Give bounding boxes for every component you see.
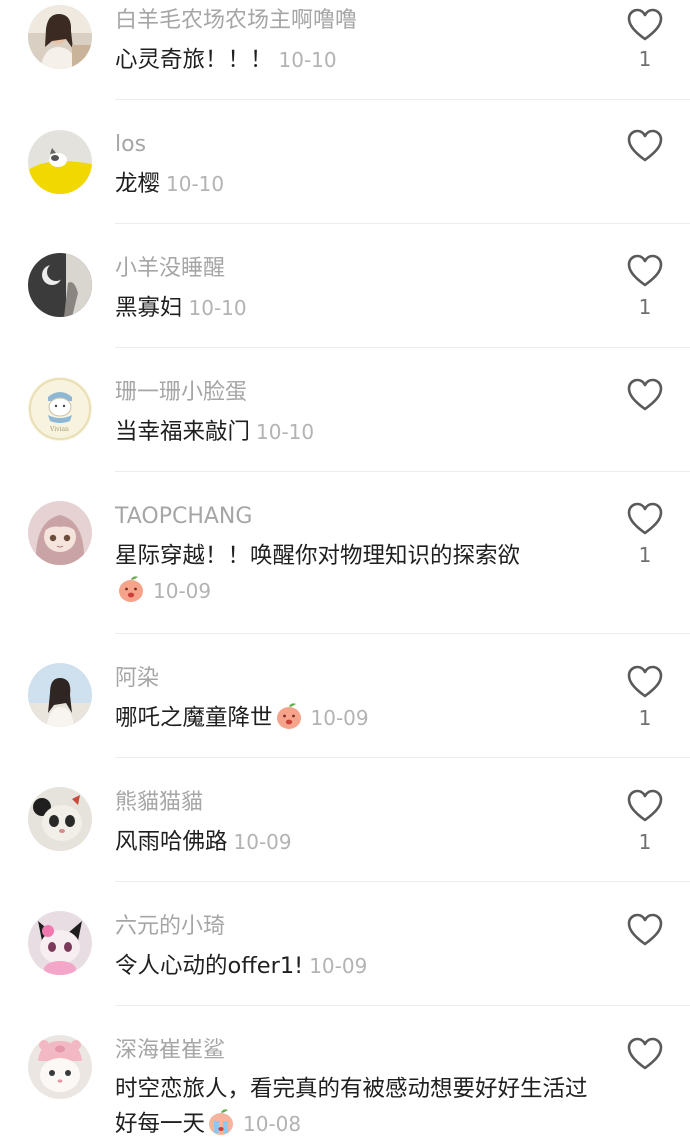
comment-text-line: 龙樱 10-10 bbox=[115, 167, 610, 202]
avatar[interactable] bbox=[28, 5, 92, 69]
like-button[interactable] bbox=[626, 788, 664, 824]
heart-icon bbox=[627, 789, 663, 822]
comment-date: 10-08 bbox=[243, 1112, 302, 1136]
comment-text: 心灵奇旅！！！ bbox=[115, 47, 273, 73]
comment-text: 时空恋旅人，看完真的有被感动想要好好生活过好每一天 bbox=[115, 1076, 588, 1137]
comment-item: Vivian 珊一珊小脸蛋 当幸福来敲门 10-10 bbox=[0, 348, 690, 472]
like-count: 1 bbox=[638, 830, 652, 854]
comment-item: los 龙樱 10-10 bbox=[0, 100, 690, 224]
avatar[interactable] bbox=[28, 130, 92, 194]
comment-date: 10-09 bbox=[153, 579, 212, 603]
comment-text-line: 黑寡妇 10-10 bbox=[115, 291, 610, 326]
comment-username[interactable]: 白羊毛农场农场主啊噜噜 bbox=[115, 6, 357, 36]
like-count: 1 bbox=[638, 47, 652, 71]
avatar[interactable] bbox=[28, 501, 92, 565]
comment-text: 黑寡妇 bbox=[115, 295, 183, 321]
comment-date: 10-10 bbox=[166, 172, 225, 196]
cartoon-scarf-avatar: Vivian bbox=[28, 377, 92, 441]
comment-text: 星际穿越！！唤醒你对物理知识的探索欲 bbox=[115, 543, 521, 569]
peach-emoji bbox=[274, 701, 304, 731]
comment-username[interactable]: 小羊没睡醒 bbox=[115, 254, 225, 284]
like-button[interactable] bbox=[626, 1036, 664, 1072]
like-button[interactable] bbox=[626, 501, 664, 537]
comment-date: 10-10 bbox=[278, 48, 337, 72]
comment-text-line: 风雨哈佛路 10-09 bbox=[115, 825, 610, 860]
comment-item: 小羊没睡醒 黑寡妇 10-10 1 bbox=[0, 224, 690, 348]
like-button[interactable] bbox=[626, 377, 664, 413]
comment-username[interactable]: los bbox=[115, 130, 146, 160]
heart-icon bbox=[627, 665, 663, 698]
yellow-cat-avatar bbox=[28, 130, 92, 194]
comment-text: 哪吒之魔童降世 bbox=[115, 705, 273, 731]
comment-username[interactable]: TAOPCHANG bbox=[115, 502, 252, 532]
heart-icon bbox=[627, 254, 663, 287]
crying-peach-emoji bbox=[206, 1107, 236, 1137]
comment-text-line: 当幸福来敲门 10-10 bbox=[115, 415, 610, 450]
avatar[interactable] bbox=[28, 253, 92, 317]
comment-item: 熊貓猫貓 风雨哈佛路 10-09 1 bbox=[0, 758, 690, 882]
pink-plush-avatar bbox=[28, 911, 92, 975]
like-button[interactable] bbox=[626, 664, 664, 700]
comment-text: 当幸福来敲门 bbox=[115, 419, 251, 445]
comment-item: 深海崔崔鲨 时空恋旅人，看完真的有被感动想要好好生活过好每一天 10-08 bbox=[0, 1006, 690, 1144]
woman-selfie-avatar bbox=[28, 5, 92, 69]
comment-username[interactable]: 深海崔崔鲨 bbox=[115, 1036, 225, 1066]
like-button[interactable] bbox=[626, 912, 664, 948]
comment-username[interactable]: 熊貓猫貓 bbox=[115, 788, 203, 818]
heart-icon bbox=[627, 129, 663, 162]
peach-emoji bbox=[116, 574, 146, 604]
comment-date: 10-09 bbox=[309, 954, 368, 978]
moon-dark-avatar bbox=[28, 253, 92, 317]
like-button[interactable] bbox=[626, 7, 664, 43]
comment-text-line: 令人心动的offer1! 10-09 bbox=[115, 949, 610, 984]
comment-item: TAOPCHANG 星际穿越！！唤醒你对物理知识的探索欲 10-09 1 bbox=[0, 472, 690, 634]
like-button[interactable] bbox=[626, 128, 664, 164]
comment-text-line: 星际穿越！！唤醒你对物理知识的探索欲 10-09 bbox=[115, 539, 610, 609]
comment-item: 白羊毛农场农场主啊噜噜 心灵奇旅！！！ 10-10 1 bbox=[0, 0, 690, 100]
like-count: 1 bbox=[638, 295, 652, 319]
svg-text:Vivian: Vivian bbox=[49, 426, 69, 433]
comment-date: 10-09 bbox=[233, 830, 292, 854]
heart-icon bbox=[627, 502, 663, 535]
comment-date: 10-10 bbox=[256, 420, 315, 444]
girl-sky-avatar bbox=[28, 663, 92, 727]
pig-hat-cat-avatar bbox=[28, 1035, 92, 1099]
comment-username[interactable]: 阿染 bbox=[115, 664, 159, 694]
comment-text: 风雨哈佛路 bbox=[115, 829, 228, 855]
avatar[interactable] bbox=[28, 911, 92, 975]
comment-username[interactable]: 珊一珊小脸蛋 bbox=[115, 378, 247, 408]
comment-item: 六元的小琦 令人心动的offer1! 10-09 bbox=[0, 882, 690, 1006]
comment-date: 10-10 bbox=[188, 296, 247, 320]
heart-icon bbox=[627, 8, 663, 41]
comment-text: 龙樱 bbox=[115, 171, 161, 197]
avatar[interactable] bbox=[28, 663, 92, 727]
panda-cat-avatar bbox=[28, 787, 92, 851]
anime-girl-avatar bbox=[28, 501, 92, 565]
like-count: 1 bbox=[638, 706, 652, 730]
heart-icon bbox=[627, 1037, 663, 1070]
comment-date: 10-09 bbox=[310, 706, 369, 730]
avatar[interactable]: Vivian bbox=[28, 377, 92, 441]
comment-text-line: 哪吒之魔童降世 10-09 bbox=[115, 701, 610, 736]
comment-item: 阿染 哪吒之魔童降世 10-09 1 bbox=[0, 634, 690, 758]
avatar[interactable] bbox=[28, 787, 92, 851]
avatar[interactable] bbox=[28, 1035, 92, 1099]
heart-icon bbox=[627, 913, 663, 946]
comment-text-line: 心灵奇旅！！！ 10-10 bbox=[115, 43, 610, 78]
like-button[interactable] bbox=[626, 253, 664, 289]
heart-icon bbox=[627, 378, 663, 411]
like-count: 1 bbox=[638, 543, 652, 567]
comment-username[interactable]: 六元的小琦 bbox=[115, 912, 225, 942]
comment-text-line: 时空恋旅人，看完真的有被感动想要好好生活过好每一天 10-08 bbox=[115, 1072, 605, 1142]
comment-text: 令人心动的offer1! bbox=[115, 953, 304, 979]
